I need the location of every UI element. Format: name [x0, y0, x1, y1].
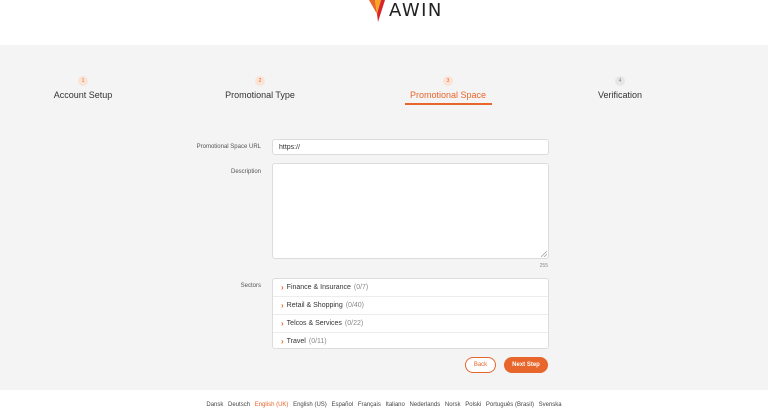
step-label: Account Setup — [53, 90, 113, 100]
step-label: Promotional Space — [409, 90, 487, 100]
sector-count: (0/22) — [344, 320, 364, 327]
step-number: 2 — [255, 76, 265, 86]
language-link-espanol[interactable]: Español — [331, 402, 353, 408]
language-link-francais[interactable]: Français — [358, 402, 381, 408]
progress-steps: 1 Account Setup 2 Promotional Type 3 Pro… — [0, 76, 768, 108]
step-label: Promotional Type — [225, 90, 295, 100]
footer: Dansk Deutsch English (UK) English (US) … — [0, 390, 768, 410]
language-link-italiano[interactable]: Italiano — [386, 402, 405, 408]
step-number: 3 — [443, 76, 453, 86]
active-step-indicator — [405, 103, 492, 105]
chevron-right-icon: › — [281, 301, 284, 310]
language-link-english-us[interactable]: English (US) — [293, 402, 327, 408]
description-textarea[interactable] — [272, 163, 549, 259]
character-counter: 255 — [539, 263, 548, 269]
language-link-polski[interactable]: Polski — [465, 402, 481, 408]
awin-logo-text: AWIN — [389, 0, 443, 21]
chevron-right-icon: › — [281, 319, 284, 328]
sector-item-finance-insurance[interactable]: › Finance & Insurance (0/7) — [273, 279, 548, 297]
sector-item-telcos-services[interactable]: › Telcos & Services (0/22) — [273, 315, 548, 333]
next-step-button[interactable]: Next Step — [504, 357, 548, 373]
language-link-portugues-brasil[interactable]: Português (Brasil) — [486, 402, 534, 408]
chevron-right-icon: › — [281, 283, 284, 292]
sector-count: (0/40) — [345, 302, 365, 309]
chevron-right-icon: › — [281, 336, 284, 346]
sector-count: (0/7) — [353, 284, 369, 291]
step-number: 4 — [615, 76, 625, 86]
header-bar: AWIN — [0, 0, 768, 45]
step-promotional-space[interactable]: 3 Promotional Space — [368, 76, 528, 100]
step-verification[interactable]: 4 Verification — [540, 76, 700, 100]
sectors-label: Sectors — [240, 283, 261, 289]
step-promotional-type[interactable]: 2 Promotional Type — [180, 76, 340, 100]
description-label: Description — [230, 169, 261, 175]
promotional-space-url-input[interactable] — [272, 139, 549, 155]
sectors-list: › Finance & Insurance (0/7) › Retail & S… — [272, 278, 549, 349]
language-link-english-uk[interactable]: English (UK) — [255, 402, 289, 408]
sector-item-retail-shopping[interactable]: › Retail & Shopping (0/40) — [273, 297, 548, 315]
step-number: 1 — [78, 76, 88, 86]
language-selector: Dansk Deutsch English (UK) English (US) … — [0, 402, 768, 408]
sector-name: Retail & Shopping — [286, 302, 343, 309]
awin-logo[interactable]: AWIN — [369, 0, 443, 22]
sector-item-travel[interactable]: › Travel (0/11) — [273, 332, 548, 350]
sector-name: Travel — [286, 337, 306, 345]
language-link-dansk[interactable]: Dansk — [206, 402, 223, 408]
awin-logo-icon — [369, 0, 385, 22]
language-link-svenska[interactable]: Svenska — [539, 402, 562, 408]
url-label: Promotional Space URL — [196, 144, 261, 150]
language-link-deutsch[interactable]: Deutsch — [228, 402, 250, 408]
language-link-norsk[interactable]: Norsk — [445, 402, 461, 408]
step-account-setup[interactable]: 1 Account Setup — [3, 76, 163, 100]
language-link-nederlands[interactable]: Nederlands — [410, 402, 441, 408]
sector-name: Finance & Insurance — [286, 284, 351, 291]
step-label: Verification — [597, 90, 643, 100]
sector-count: (0/11) — [308, 337, 327, 345]
back-button[interactable]: Back — [465, 357, 496, 373]
sector-name: Telcos & Services — [286, 320, 342, 327]
resize-handle-icon[interactable] — [541, 251, 547, 257]
